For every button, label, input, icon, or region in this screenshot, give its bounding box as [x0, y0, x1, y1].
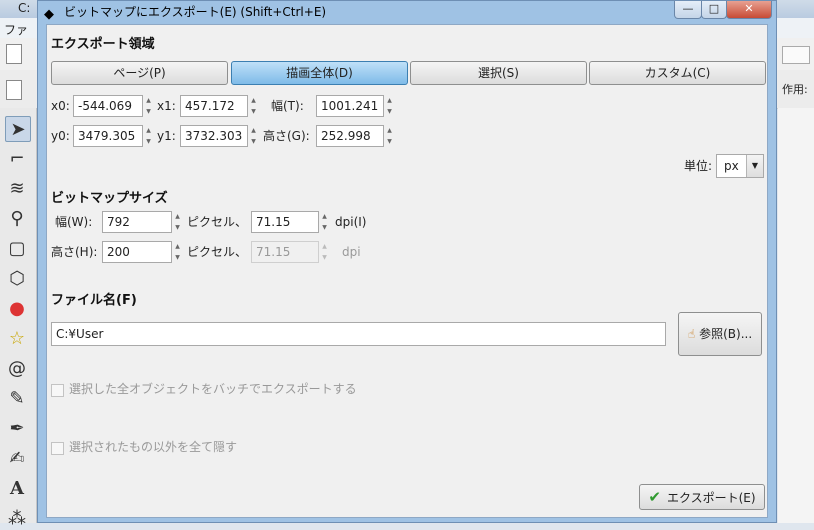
inkscape-logo-icon: ◆ [44, 7, 54, 22]
dpi-label: dpi(I) [335, 215, 367, 229]
x1-label: x1: [157, 99, 176, 113]
width-label: 幅(T): [271, 99, 304, 113]
y1-input[interactable]: 3732.303 [180, 125, 248, 147]
spiral-tool-icon[interactable]: @ [5, 356, 29, 380]
pixels-label: ピクセル、 [187, 215, 248, 229]
toolbar-button[interactable] [782, 46, 810, 64]
units-value: px [724, 159, 739, 173]
bitmap-size-heading: ビットマップサイズ [51, 191, 168, 206]
y0-label: y0: [51, 129, 70, 143]
bitmap-width-spin-arrows[interactable]: ▲ ▼ [173, 211, 182, 233]
ellipse-tool-icon[interactable]: ● [5, 296, 29, 320]
batch-export-checkbox[interactable] [51, 384, 64, 397]
units-select[interactable]: px ▼ [716, 154, 764, 178]
zoom-tool-icon[interactable]: ⚲ [5, 206, 29, 230]
spray-tool-icon[interactable]: ⁂ [5, 506, 29, 530]
dropdown-arrow-icon[interactable]: ▼ [746, 155, 763, 177]
dpi-spin-arrows[interactable]: ▲ ▼ [320, 211, 329, 233]
dpi-input[interactable]: 71.15 [251, 211, 319, 233]
y1-spin-arrows[interactable]: ▲ ▼ [249, 125, 258, 147]
width-input[interactable]: 1001.241 [316, 95, 384, 117]
dialog-content: エクスポート領域 ページ(P) 描画全体(D) 選択(S) カスタム(C) x0… [46, 24, 768, 518]
export-button[interactable]: ✔ エクスポート(E) [639, 484, 765, 510]
app-title: C: [18, 1, 31, 15]
close-button[interactable]: ✕ [726, 1, 772, 19]
height-input[interactable]: 252.998 [316, 125, 384, 147]
affect-label: 作用: [782, 83, 808, 96]
minimize-button[interactable]: — [674, 1, 702, 19]
dialog-title: ビットマップにエクスポート(E) (Shift+Ctrl+E) [64, 5, 327, 19]
checkmark-icon: ✔ [648, 488, 661, 506]
bitmap-width-input[interactable]: 792 [102, 211, 172, 233]
y0-spin-arrows[interactable]: ▲ ▼ [144, 125, 153, 147]
export-bitmap-dialog: ◆ ビットマップにエクスポート(E) (Shift+Ctrl+E) — □ ✕ エ… [37, 0, 777, 523]
browse-label: 参照(B)... [699, 327, 753, 341]
bitmap-height-input[interactable]: 200 [102, 241, 172, 263]
page-icon[interactable] [6, 80, 22, 100]
height-label: 高さ(G): [263, 129, 310, 143]
y0-input[interactable]: 3479.305 [73, 125, 143, 147]
menu-item-file[interactable]: ファ [4, 21, 28, 38]
rectangle-tool-icon[interactable]: ▢ [5, 236, 29, 260]
export-area-heading: エクスポート領域 [51, 37, 155, 52]
export-label: エクスポート(E) [666, 491, 756, 505]
hide-others-label: 選択されたもの以外を全て隠す [69, 440, 238, 454]
custom-area-button[interactable]: カスタム(C) [589, 61, 766, 85]
units-label: 単位: [684, 159, 713, 173]
new-document-icon[interactable] [6, 44, 22, 64]
x1-input[interactable]: 457.172 [180, 95, 248, 117]
maximize-button[interactable]: □ [701, 1, 727, 19]
dialog-titlebar: ◆ ビットマップにエクスポート(E) (Shift+Ctrl+E) [44, 1, 326, 23]
pixels-label-2: ピクセル、 [187, 245, 248, 259]
bitmap-height-spin-arrows[interactable]: ▲ ▼ [173, 241, 182, 263]
batch-export-label: 選択した全オブジェクトをバッチでエクスポートする [69, 382, 357, 396]
height-spin-arrows[interactable]: ▲ ▼ [385, 125, 394, 147]
toolbox: ➤ ⌐ ≋ ⚲ ▢ ⬡ ● ☆ @ ✎ ✒ ✍ A ⁂ [0, 108, 37, 529]
x0-spin-arrows[interactable]: ▲ ▼ [144, 95, 153, 117]
dpi-y-label: dpi [342, 245, 361, 259]
pen-tool-icon[interactable]: ✒ [5, 416, 29, 440]
x1-spin-arrows[interactable]: ▲ ▼ [249, 95, 258, 117]
selector-tool-icon[interactable]: ➤ [5, 116, 31, 142]
x0-label: x0: [51, 99, 70, 113]
filename-input[interactable]: C:¥User [51, 322, 666, 346]
node-tool-icon[interactable]: ⌐ [5, 146, 29, 170]
filename-heading: ファイル名(F) [51, 293, 137, 308]
drawing-area-button[interactable]: 描画全体(D) [231, 61, 408, 85]
browse-button[interactable]: ☝ 参照(B)... [678, 312, 762, 356]
star-tool-icon[interactable]: ☆ [5, 326, 29, 350]
y1-label: y1: [157, 129, 176, 143]
hide-others-checkbox[interactable] [51, 442, 64, 455]
ruler-area [778, 108, 814, 523]
page-area-button[interactable]: ページ(P) [51, 61, 228, 85]
bitmap-height-label: 高さ(H): [51, 245, 98, 259]
dpi-y-spin-arrows: ▲ ▼ [322, 243, 327, 261]
text-tool-icon[interactable]: A [5, 476, 29, 500]
dpi-y-input: 71.15 [251, 241, 319, 263]
pencil-tool-icon[interactable]: ✎ [5, 386, 29, 410]
bitmap-width-label: 幅(W): [55, 215, 93, 229]
selection-area-button[interactable]: 選択(S) [410, 61, 587, 85]
x0-input[interactable]: -544.069 [73, 95, 143, 117]
folder-hand-icon: ☝ [687, 327, 696, 341]
calligraphy-tool-icon[interactable]: ✍ [5, 446, 29, 470]
tweak-tool-icon[interactable]: ≋ [5, 176, 29, 200]
box-3d-tool-icon[interactable]: ⬡ [5, 266, 29, 290]
width-spin-arrows[interactable]: ▲ ▼ [385, 95, 394, 117]
